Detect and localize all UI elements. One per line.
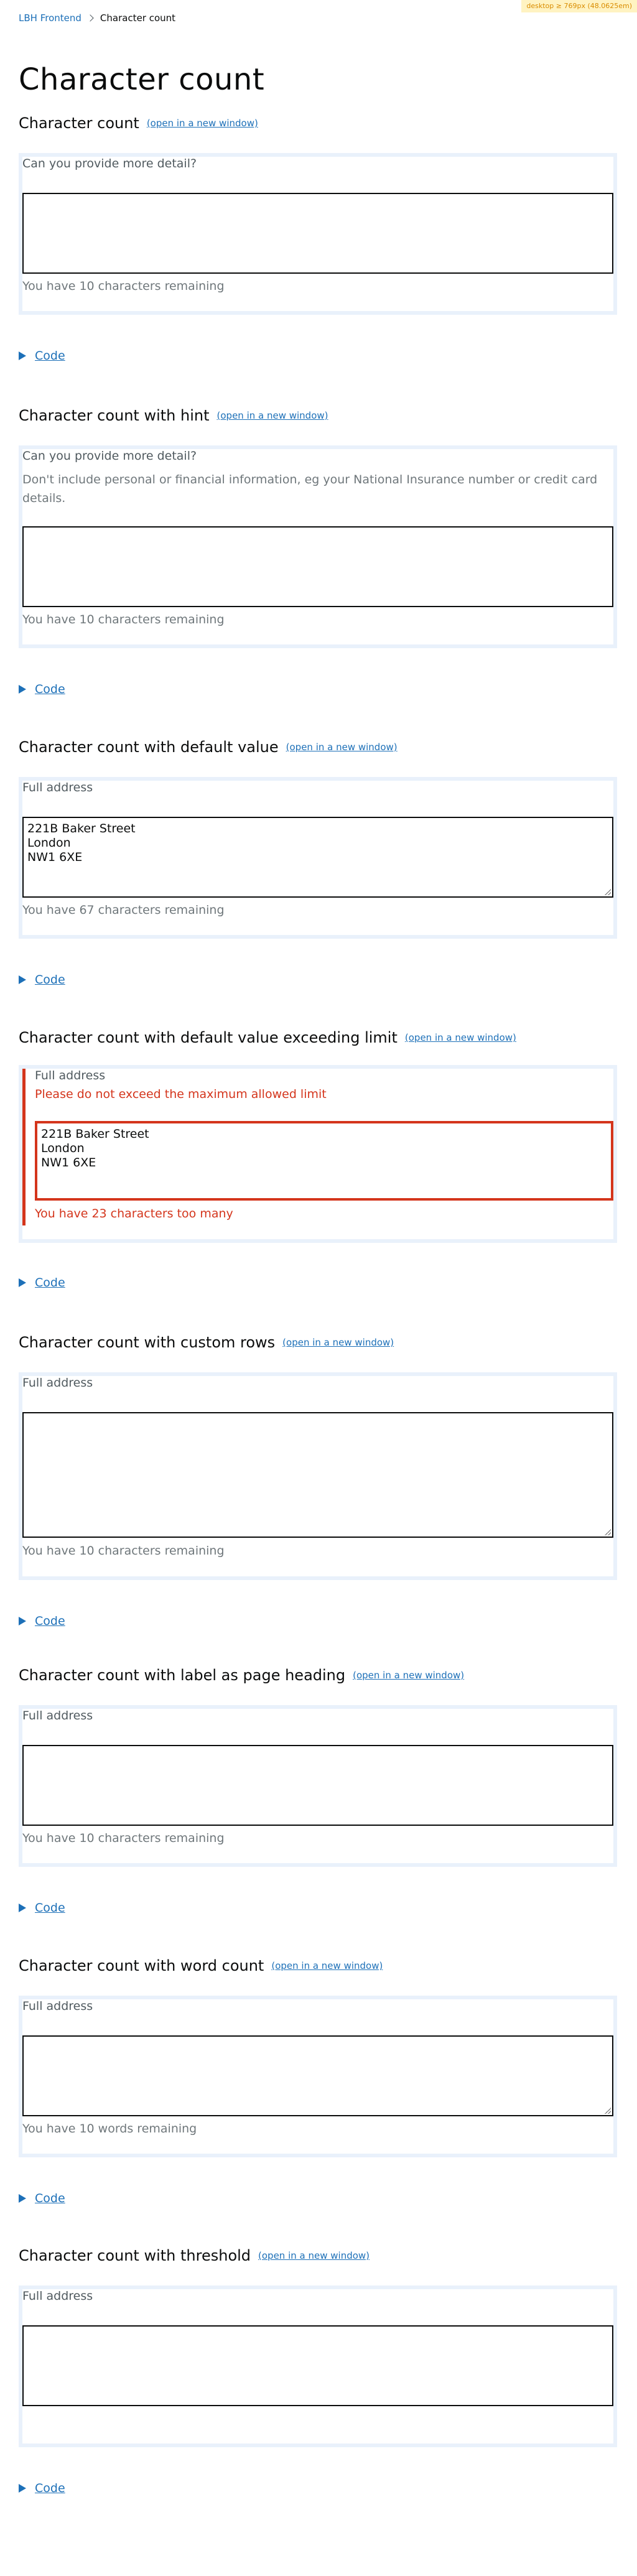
triangle-right-icon [19, 1617, 26, 1625]
code-toggle[interactable]: Code [19, 2192, 65, 2205]
example-heading: Character count with label as page headi… [19, 1667, 465, 1684]
count-message: You have 67 characters remaining [22, 903, 225, 917]
field-label: Full address [35, 1069, 106, 1082]
error-bar [22, 1069, 26, 1225]
open-new-window-link[interactable]: (open in a new window) [258, 2250, 370, 2261]
example-heading: Character count with threshold (open in a… [19, 2247, 370, 2264]
field-label: Full address [22, 1376, 93, 1390]
open-new-window-link[interactable]: (open in a new window) [286, 742, 398, 753]
field-label: Full address [22, 781, 93, 794]
triangle-right-icon [19, 1904, 26, 1912]
example-character-count-word-count: Character count with word count (open in … [19, 1955, 617, 2205]
code-toggle[interactable]: Code [19, 1614, 65, 1628]
open-new-window-link[interactable]: (open in a new window) [353, 1670, 464, 1681]
code-toggle[interactable]: Code [19, 349, 65, 363]
example-character-count-custom-rows: Character count with custom rows (open in… [19, 1331, 617, 1628]
code-toggle[interactable]: Code [19, 682, 65, 696]
example-frame: Full address You have 10 words remaining [19, 1996, 617, 2157]
textarea[interactable] [22, 1412, 613, 1538]
field-label: Full address [22, 2289, 93, 2303]
code-toggle[interactable]: Code [19, 1276, 65, 1290]
example-frame: Full address You have 10 characters rema… [19, 1372, 617, 1580]
open-new-window-link[interactable]: (open in a new window) [271, 1960, 383, 1971]
example-frame: Can you provide more detail? You have 10… [19, 153, 617, 315]
field-label: Can you provide more detail? [22, 449, 197, 463]
open-new-window-link[interactable]: (open in a new window) [282, 1337, 394, 1348]
example-frame: Full address [19, 2285, 617, 2447]
resize-handle[interactable] [605, 2108, 611, 2114]
count-message: You have 10 characters remaining [22, 279, 225, 293]
textarea[interactable]: 221B Baker Street London NW1 6XE [35, 1121, 613, 1201]
example-character-count-exceeding-limit: Character count with default value excee… [19, 1026, 617, 1290]
example-heading: Character count with default value (open … [19, 738, 398, 756]
page-title: Character count [19, 62, 265, 97]
triangle-right-icon [19, 1278, 26, 1287]
textarea[interactable] [22, 1745, 613, 1826]
count-message: You have 23 characters too many [35, 1207, 233, 1221]
field-hint: Don't include personal or financial info… [22, 473, 598, 505]
count-message: You have 10 words remaining [22, 2122, 197, 2136]
code-toggle-label: Code [35, 682, 65, 696]
textarea[interactable] [22, 193, 613, 274]
code-toggle-label: Code [35, 349, 65, 363]
code-toggle-label: Code [35, 1276, 65, 1290]
example-character-count-label-page-heading: Character count with label as page headi… [19, 1664, 617, 1915]
textarea[interactable]: 221B Baker Street London NW1 6XE [22, 817, 613, 898]
example-heading: Character count with hint (open in a new … [19, 407, 328, 424]
open-new-window-link[interactable]: (open in a new window) [405, 1032, 516, 1043]
breadcrumb-home-link[interactable]: LBH Frontend [19, 12, 81, 24]
count-message: You have 10 characters remaining [22, 613, 225, 626]
count-message: You have 10 characters remaining [22, 1544, 225, 1558]
code-toggle[interactable]: Code [19, 2481, 65, 2495]
example-heading: Character count with custom rows (open in… [19, 1334, 394, 1351]
code-toggle-label: Code [35, 1614, 65, 1628]
chevron-right-icon [86, 14, 94, 22]
resize-handle[interactable] [605, 1529, 611, 1535]
open-new-window-link[interactable]: (open in a new window) [147, 118, 258, 129]
triangle-right-icon [19, 351, 26, 360]
example-frame: Full address Please do not exceed the ma… [19, 1065, 617, 1243]
example-character-count-threshold: Character count with threshold (open in a… [19, 2244, 617, 2495]
breakpoint-badge: desktop ≥ 769px (48.0625em) [521, 0, 637, 12]
example-frame: Can you provide more detail? Don't inclu… [19, 445, 617, 648]
example-character-count-with-hint: Character count with hint (open in a new … [19, 404, 617, 696]
textarea[interactable] [22, 2035, 613, 2116]
example-character-count-default-value: Character count with default value (open … [19, 736, 617, 987]
example-character-count: Character count (open in a new window) Ca… [19, 112, 617, 363]
code-toggle[interactable]: Code [19, 973, 65, 987]
code-toggle-label: Code [35, 973, 65, 987]
count-message: You have 10 characters remaining [22, 1831, 225, 1845]
code-toggle[interactable]: Code [19, 1901, 65, 1915]
field-label: Full address [22, 1999, 93, 2013]
code-toggle-label: Code [35, 2481, 65, 2495]
example-heading: Character count (open in a new window) [19, 114, 258, 132]
triangle-right-icon [19, 2484, 26, 2493]
triangle-right-icon [19, 975, 26, 984]
textarea[interactable] [22, 2325, 613, 2406]
breadcrumb-current: Character count [100, 12, 176, 24]
triangle-right-icon [19, 2194, 26, 2203]
breadcrumb: LBH Frontend Character count [19, 12, 175, 24]
example-frame: Full address 221B Baker Street London NW… [19, 777, 617, 939]
example-frame: Full address You have 10 characters rema… [19, 1705, 617, 1867]
open-new-window-link[interactable]: (open in a new window) [217, 410, 328, 421]
field-label: Can you provide more detail? [22, 157, 197, 170]
field-label: Full address [22, 1709, 93, 1723]
example-heading: Character count with word count (open in … [19, 1957, 383, 1974]
example-heading: Character count with default value excee… [19, 1029, 516, 1046]
triangle-right-icon [19, 685, 26, 694]
textarea[interactable] [22, 526, 613, 607]
code-toggle-label: Code [35, 2192, 65, 2205]
code-toggle-label: Code [35, 1901, 65, 1915]
error-message: Please do not exceed the maximum allowed… [35, 1087, 327, 1101]
resize-handle[interactable] [605, 889, 611, 895]
